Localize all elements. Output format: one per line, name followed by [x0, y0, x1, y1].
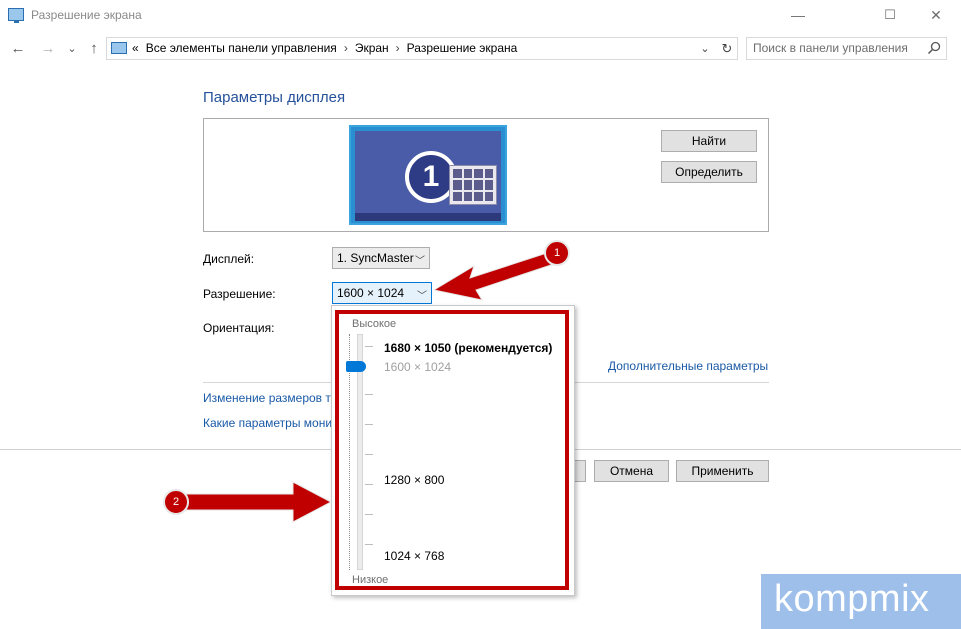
resolution-label: Разрешение:: [203, 287, 276, 301]
up-arrow-icon[interactable]: ↑: [84, 38, 104, 58]
chevron-down-icon[interactable]: ⌄: [695, 39, 715, 59]
monitor-screen: 1: [355, 131, 501, 213]
watermark: kompmix: [761, 574, 961, 629]
minimize-button[interactable]: —: [775, 0, 821, 30]
resolution-option-1680[interactable]: 1680 × 1050 (рекомендуется): [384, 341, 552, 355]
breadcrumb-overflow[interactable]: «: [132, 41, 139, 55]
advanced-settings-link[interactable]: Дополнительные параметры: [608, 359, 768, 373]
search-icon[interactable]: [927, 41, 941, 55]
search-input[interactable]: [753, 41, 923, 55]
slider-tick: [365, 514, 373, 515]
annotation-arrow-2: [166, 481, 333, 523]
slider-tick: [365, 346, 373, 347]
monitor-1[interactable]: 1: [349, 125, 507, 225]
watermark-text: kompmix: [774, 578, 930, 620]
resolution-option-1024[interactable]: 1024 × 768: [384, 549, 444, 563]
find-button[interactable]: Найти: [661, 130, 757, 152]
display-preview: 1 Найти Определить: [203, 118, 769, 232]
resolution-select-value: 1600 × 1024: [337, 286, 405, 300]
breadcrumb-item-resolution[interactable]: Разрешение экрана: [407, 41, 518, 55]
app-grid-icon: [449, 165, 497, 205]
monitor-settings-link[interactable]: Какие параметры мони: [203, 416, 332, 430]
low-label: Низкое: [352, 574, 389, 586]
window-title: Разрешение экрана: [31, 8, 142, 22]
annotation-badge-1: 1: [544, 240, 570, 266]
forward-arrow-icon[interactable]: →: [38, 38, 58, 58]
breadcrumb-item-all-items[interactable]: Все элементы панели управления: [146, 41, 337, 55]
recent-locations-icon[interactable]: ⌄: [62, 38, 82, 58]
address-bar[interactable]: « Все элементы панели управления › Экран…: [106, 37, 738, 60]
resolution-option-1280[interactable]: 1280 × 800: [384, 473, 444, 487]
chevron-down-icon: ﹀: [415, 256, 425, 267]
close-button[interactable]: ✕: [913, 0, 959, 30]
identify-button[interactable]: Определить: [661, 161, 757, 183]
orientation-label: Ориентация:: [203, 321, 275, 335]
back-arrow-icon[interactable]: ←: [8, 38, 28, 58]
resolution-option-1600[interactable]: 1600 × 1024: [384, 360, 451, 374]
chevron-down-icon: ﹀: [417, 291, 427, 302]
high-label: Высокое: [352, 318, 397, 330]
maximize-button[interactable]: ☐: [867, 0, 913, 30]
control-panel-icon: [111, 42, 127, 54]
apply-button[interactable]: Применить: [676, 460, 769, 482]
breadcrumb-separator: ›: [395, 41, 400, 55]
refresh-icon[interactable]: ↻: [717, 39, 737, 59]
page-title: Параметры дисплея: [203, 89, 346, 106]
monitor-taskbar: [355, 213, 501, 221]
monitor-icon: [8, 8, 24, 23]
slider-thumb[interactable]: [346, 361, 366, 372]
slider-tick: [365, 394, 373, 395]
resolution-select[interactable]: 1600 × 1024 ﹀: [332, 282, 432, 304]
annotation-badge-2: 2: [163, 489, 189, 515]
slider-tick: [365, 484, 373, 485]
cancel-button[interactable]: Отмена: [594, 460, 669, 482]
title-bar: Разрешение экрана — ☐ ✕: [0, 0, 961, 30]
slider-tick: [365, 544, 373, 545]
breadcrumb-separator: ›: [343, 41, 348, 55]
slider-tick: [365, 454, 373, 455]
display-select-value: 1. SyncMaster: [337, 251, 414, 265]
breadcrumb-item-display[interactable]: Экран: [355, 41, 389, 55]
search-box: [746, 37, 947, 60]
display-label: Дисплей:: [203, 252, 255, 266]
resize-text-link[interactable]: Изменение размеров те: [203, 391, 337, 405]
slider-tick: [365, 424, 373, 425]
breadcrumb: « Все элементы панели управления › Экран…: [132, 41, 524, 55]
display-select[interactable]: 1. SyncMaster ﹀: [332, 247, 430, 269]
